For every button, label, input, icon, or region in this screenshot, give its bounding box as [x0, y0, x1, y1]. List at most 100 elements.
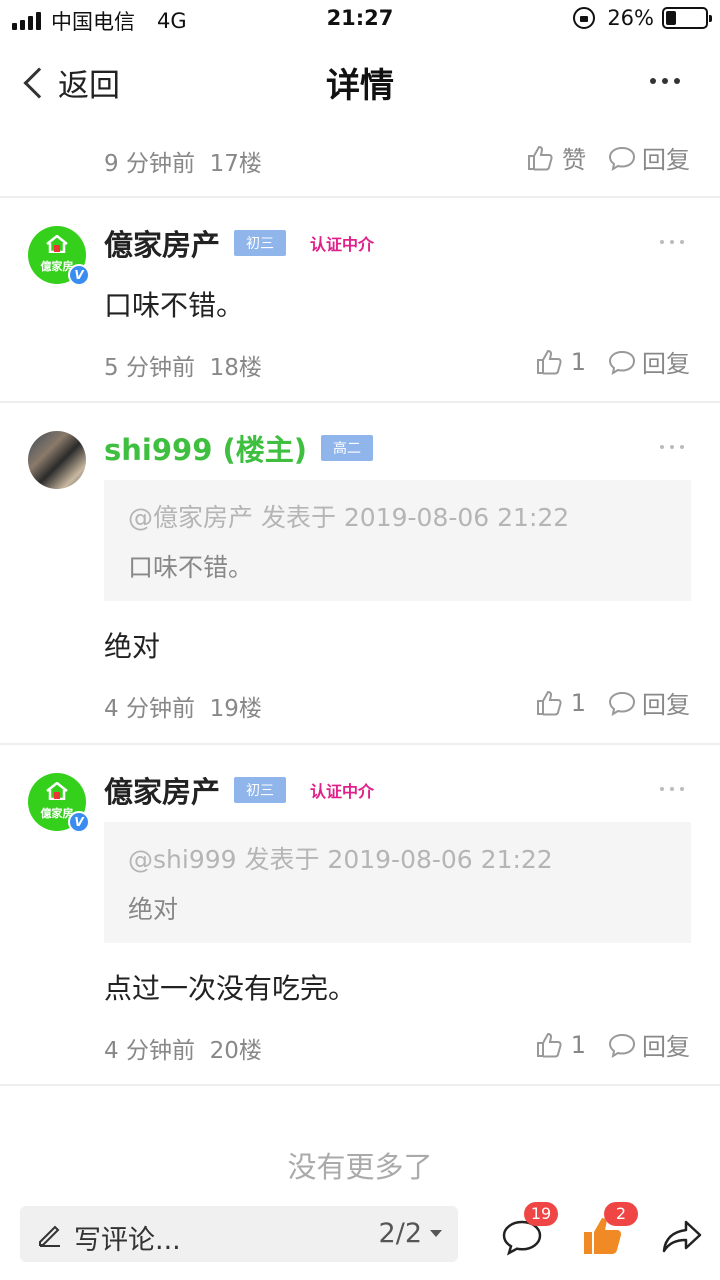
author-name[interactable]: shi999 (楼主) [104, 427, 307, 469]
avatar[interactable]: 億家房 V [28, 773, 90, 833]
like-button[interactable]: 1 [535, 1031, 608, 1059]
share-button[interactable] [660, 1214, 704, 1258]
thumb-up-icon [536, 349, 562, 374]
post-content: 绝对 [104, 630, 161, 663]
quote-header: @億家房产 发表于 2019-08-06 21:22 [128, 503, 570, 532]
page-selector[interactable]: 2/2 [379, 1218, 442, 1249]
more-dot-icon [662, 78, 668, 84]
cert-badge: 认证中介 [310, 235, 375, 254]
comment-bubble-icon [608, 1033, 636, 1058]
bottom-bar: 写评论... 2/2 19 2 [0, 1200, 720, 1280]
thumb-up-icon [536, 690, 562, 715]
more-dot-icon [674, 78, 680, 84]
comment-bubble-icon [608, 146, 636, 171]
verified-badge-icon: V [68, 811, 90, 833]
dot-icon [660, 240, 664, 244]
avatar[interactable]: 億家房 V [28, 226, 90, 286]
comment-count-badge: 19 [524, 1202, 558, 1226]
reply-label: 回复 [642, 146, 690, 174]
author-name[interactable]: 億家房产 [104, 769, 220, 811]
dot-icon [670, 787, 674, 791]
like-button[interactable]: 1 [535, 348, 608, 376]
post-time: 9 分钟前 [104, 151, 195, 177]
post-more-button[interactable] [660, 445, 684, 449]
battery-icon [662, 7, 712, 29]
like-count: 1 [570, 688, 586, 717]
battery-percent: 26% [607, 6, 654, 30]
house-logo-icon [46, 782, 68, 800]
level-badge: 初三 [234, 230, 287, 256]
post-meta: 5 分钟前 18楼 [104, 348, 262, 382]
level-badge: 高二 [321, 435, 373, 461]
like-label: 赞 [562, 146, 586, 174]
reply-button[interactable]: 回复 [608, 685, 690, 720]
post-time: 4 分钟前 [104, 1038, 195, 1064]
quote-body: 绝对 [128, 895, 179, 924]
post-content: 口味不错。 [104, 289, 245, 322]
post-meta: 4 分钟前 19楼 [104, 689, 262, 723]
post-19: shi999 (楼主) 高二 @億家房产 发表于 2019-08-06 21:2… [0, 403, 720, 745]
author-row: 億家房产 初三 认证中介 [104, 769, 374, 811]
comments-button[interactable]: 19 [500, 1202, 558, 1258]
avatar[interactable] [28, 431, 86, 489]
level-badge: 初三 [234, 777, 287, 803]
post-floor: 20楼 [209, 1038, 262, 1064]
author-row: shi999 (楼主) 高二 [104, 427, 373, 469]
dot-icon [680, 787, 684, 791]
post-content: 点过一次没有吃完。 [104, 972, 357, 1005]
like-count-badge: 2 [604, 1202, 638, 1226]
reply-label: 回复 [642, 1033, 690, 1061]
post-meta: 4 分钟前 20楼 [104, 1031, 262, 1065]
battery-fill [666, 11, 676, 25]
dot-icon [680, 445, 684, 449]
post-more-button[interactable] [660, 787, 684, 791]
like-button[interactable]: 赞 [526, 140, 586, 175]
post-actions: 赞 回复 [526, 140, 690, 175]
reply-button[interactable]: 回复 [608, 140, 690, 175]
comment-bubble-icon [608, 350, 636, 375]
quote-body: 口味不错。 [128, 553, 254, 582]
post-time: 5 分钟前 [104, 355, 195, 381]
like-post-button[interactable]: 2 [580, 1202, 638, 1258]
cert-badge: 认证中介 [310, 782, 375, 801]
quote-block[interactable]: @億家房产 发表于 2019-08-06 21:22 口味不错。 [104, 480, 691, 601]
author-row: 億家房产 初三 认证中介 [104, 222, 374, 264]
thumb-up-icon [536, 1032, 562, 1057]
page-indicator: 2/2 [378, 1218, 422, 1249]
post-actions: 1 回复 [535, 344, 690, 379]
like-count: 1 [570, 347, 586, 376]
pencil-icon [39, 1225, 60, 1247]
reply-label: 回复 [642, 350, 690, 378]
status-right: 26% [573, 6, 712, 30]
status-bar: 中国电信 4G 21:27 26% [0, 0, 720, 40]
quote-block[interactable]: @shi999 发表于 2019-08-06 21:22 绝对 [104, 822, 691, 943]
write-comment-placeholder: 写评论... [74, 1225, 181, 1256]
comment-bubble-icon [608, 691, 636, 716]
end-of-list-label: 没有更多了 [287, 1150, 433, 1184]
dot-icon [660, 787, 664, 791]
dot-icon [670, 240, 674, 244]
dot-icon [660, 445, 664, 449]
post-time: 4 分钟前 [104, 696, 195, 722]
more-menu-button[interactable] [650, 78, 680, 84]
write-comment-input[interactable]: 写评论... 2/2 [20, 1206, 458, 1262]
verified-badge-icon: V [68, 264, 90, 286]
post-20: 億家房 V 億家房产 初三 认证中介 @shi999 发表于 2019-08-0… [0, 745, 720, 1086]
orientation-lock-icon [573, 7, 596, 29]
caret-down-icon [430, 1230, 442, 1237]
post-17-partial: 9 分钟前 17楼 赞 回复 [0, 124, 720, 198]
nav-bar: 返回 详情 [0, 40, 720, 124]
post-actions: 1 回复 [535, 1027, 690, 1062]
reply-button[interactable]: 回复 [608, 1027, 690, 1062]
post-more-button[interactable] [660, 240, 684, 244]
post-floor: 18楼 [209, 355, 262, 381]
dot-icon [680, 240, 684, 244]
like-button[interactable]: 1 [535, 689, 608, 717]
reply-button[interactable]: 回复 [608, 344, 690, 379]
post-18: 億家房 V 億家房产 初三 认证中介 口味不错。 5 分钟前 18楼 1 回复 [0, 198, 720, 403]
post-floor: 17楼 [209, 151, 262, 177]
more-dot-icon [650, 78, 656, 84]
author-name[interactable]: 億家房产 [104, 222, 220, 264]
post-actions: 1 回复 [535, 685, 690, 720]
share-arrow-icon [662, 1220, 702, 1253]
